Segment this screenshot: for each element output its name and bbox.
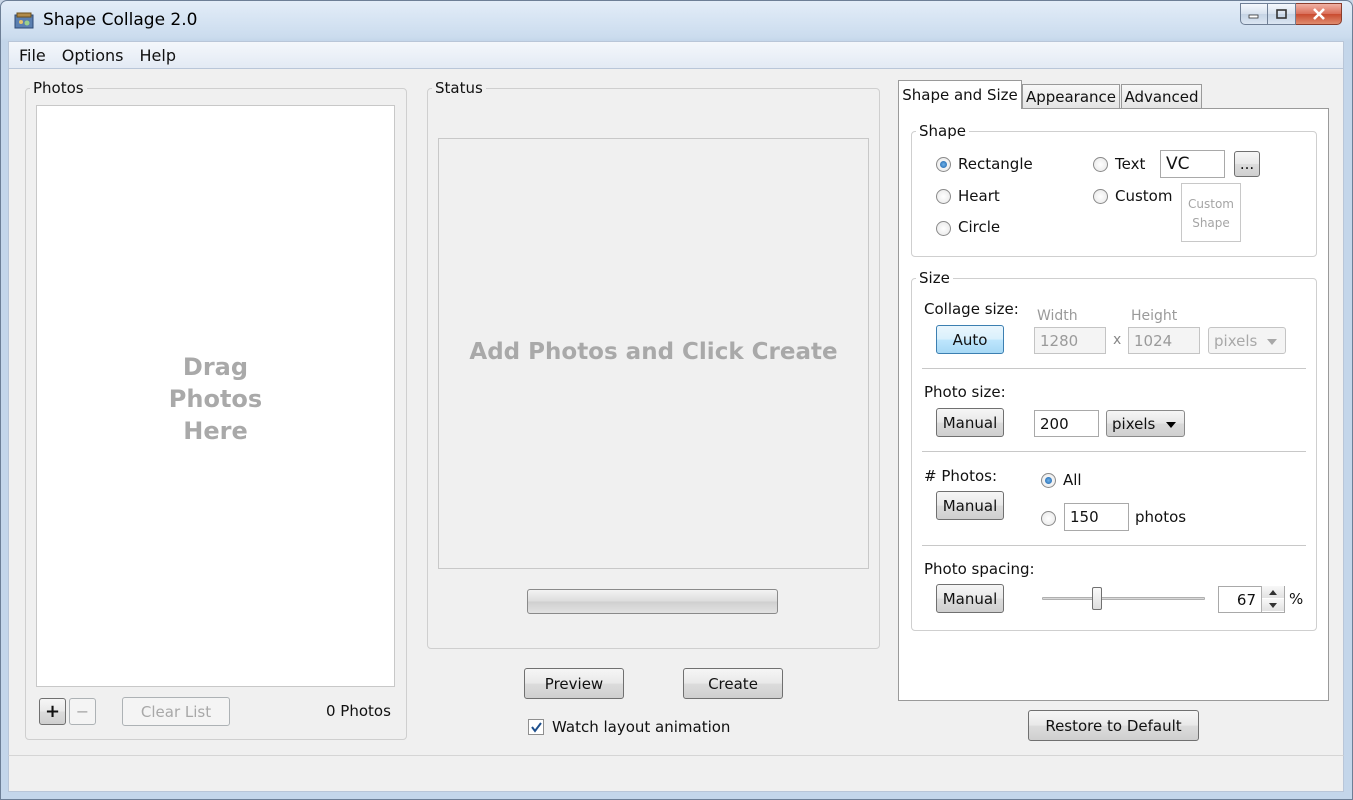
arrow-down-icon	[1269, 602, 1277, 608]
custom-shape-line-2: Shape	[1192, 216, 1230, 230]
photo-count: 0 Photos	[326, 702, 391, 720]
caption-buttons	[1240, 3, 1342, 25]
collage-unit-select[interactable]: pixels	[1208, 327, 1286, 354]
num-photos-manual-button[interactable]: Manual	[936, 491, 1004, 520]
photo-size-manual-button[interactable]: Manual	[936, 408, 1004, 437]
minimize-icon	[1248, 14, 1259, 19]
drop-line-2: Photos	[168, 385, 263, 413]
custom-shape-box[interactable]: Custom Shape	[1181, 183, 1241, 242]
collage-unit-value: pixels	[1214, 331, 1258, 350]
spacing-slider-thumb[interactable]	[1092, 587, 1102, 610]
spacing-unit-label: %	[1289, 590, 1304, 608]
tab-shape-and-size[interactable]: Shape and Size	[898, 80, 1022, 109]
photo-size-unit-select[interactable]: pixels	[1106, 410, 1185, 437]
photo-drop-area[interactable]: Drag Photos Here	[36, 105, 395, 687]
width-label: Width	[1037, 308, 1078, 324]
progress-bar	[527, 589, 778, 614]
add-photos-button[interactable]: +	[39, 698, 66, 725]
close-button[interactable]	[1296, 3, 1342, 25]
spacing-slider-track[interactable]	[1042, 597, 1205, 600]
custom-shape-line-1: Custom	[1188, 197, 1234, 211]
photo-spacing-manual-button[interactable]: Manual	[936, 584, 1004, 613]
maximize-icon	[1275, 8, 1287, 19]
height-label: Height	[1131, 308, 1178, 324]
browse-font-button[interactable]: ...	[1234, 151, 1260, 177]
chevron-down-icon	[1166, 421, 1176, 428]
radio-selected-dot	[940, 161, 947, 168]
circle-label: Circle	[958, 218, 1001, 236]
title-bar[interactable]: Shape Collage 2.0	[1, 1, 1352, 41]
photo-size-unit-value: pixels	[1112, 414, 1156, 433]
checkmark-icon	[531, 722, 542, 733]
radio-heart[interactable]	[936, 189, 951, 204]
photo-spacing-label: Photo spacing:	[924, 560, 1035, 578]
radio-limit-photos[interactable]	[1041, 511, 1056, 526]
shape-text-input[interactable]: VC	[1160, 150, 1225, 178]
remove-photo-button[interactable]: −	[69, 698, 96, 725]
menu-help[interactable]: Help	[134, 46, 182, 65]
minimize-button[interactable]	[1240, 3, 1268, 25]
collage-width-input[interactable]: 1280	[1034, 327, 1106, 354]
radio-circle[interactable]	[936, 221, 951, 236]
size-divider-2	[922, 451, 1306, 452]
spacing-spinner[interactable]	[1261, 586, 1284, 612]
radio-selected-dot	[1045, 477, 1052, 484]
status-group-title: Status	[435, 79, 483, 97]
shape-group-title: Shape	[919, 122, 966, 140]
arrow-up-icon	[1269, 589, 1277, 595]
status-bar	[8, 755, 1344, 792]
radio-all-photos[interactable]	[1041, 473, 1056, 488]
all-photos-label: All	[1063, 471, 1082, 489]
radio-rectangle[interactable]	[936, 157, 951, 172]
dimension-separator: x	[1113, 332, 1122, 348]
watch-animation-checkbox[interactable]	[528, 719, 544, 735]
preview-button[interactable]: Preview	[524, 668, 624, 699]
size-divider-1	[922, 368, 1306, 369]
size-divider-3	[922, 545, 1306, 546]
photo-size-input[interactable]: 200	[1034, 410, 1099, 437]
radio-text[interactable]	[1093, 157, 1108, 172]
heart-label: Heart	[958, 187, 1000, 205]
size-group-title: Size	[919, 269, 950, 287]
menu-options[interactable]: Options	[56, 46, 130, 65]
radio-custom[interactable]	[1093, 189, 1108, 204]
custom-label: Custom	[1115, 187, 1173, 205]
spin-up-button[interactable]	[1262, 586, 1284, 598]
status-placeholder: Add Photos and Click Create	[469, 339, 838, 365]
text-label: Text	[1115, 155, 1146, 173]
menu-file[interactable]: File	[13, 46, 52, 65]
app-icon	[14, 12, 34, 29]
photo-size-label: Photo size:	[924, 383, 1006, 401]
drop-line-3: Here	[183, 417, 248, 445]
menu-bar: File Options Help	[8, 41, 1344, 69]
clear-list-button[interactable]: Clear List	[122, 697, 230, 726]
collage-size-label: Collage size:	[924, 300, 1019, 318]
create-button[interactable]: Create	[683, 668, 783, 699]
num-photos-label: # Photos:	[924, 467, 997, 485]
maximize-button[interactable]	[1268, 3, 1296, 25]
num-photos-input[interactable]: 150	[1064, 503, 1129, 531]
collage-size-auto-button[interactable]: Auto	[936, 325, 1004, 354]
tab-advanced[interactable]: Advanced	[1121, 84, 1202, 108]
photos-unit-label: photos	[1135, 508, 1187, 526]
close-icon	[1312, 8, 1325, 20]
tab-appearance[interactable]: Appearance	[1022, 84, 1120, 108]
chevron-down-icon	[1267, 338, 1277, 345]
rectangle-label: Rectangle	[958, 155, 1033, 173]
preview-area: Add Photos and Click Create	[438, 138, 869, 569]
restore-default-button[interactable]: Restore to Default	[1028, 710, 1199, 741]
spin-down-button[interactable]	[1262, 599, 1284, 611]
photos-group-title: Photos	[33, 79, 84, 97]
window-title: Shape Collage 2.0	[43, 10, 198, 30]
drop-line-1: Drag	[182, 353, 249, 381]
watch-animation-label: Watch layout animation	[552, 718, 731, 736]
collage-height-input[interactable]: 1024	[1128, 327, 1200, 354]
